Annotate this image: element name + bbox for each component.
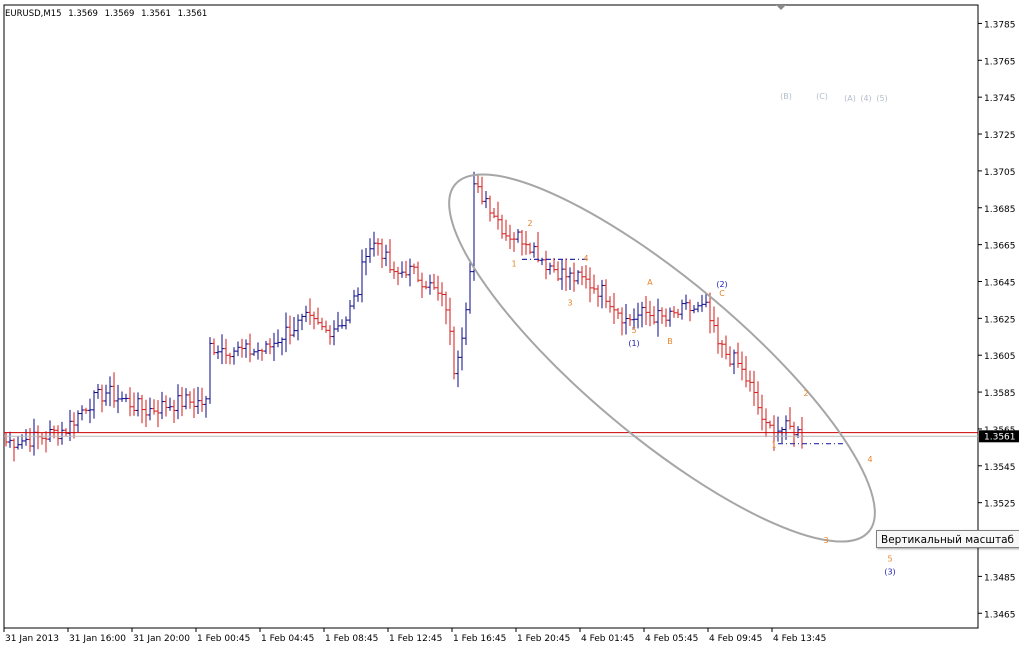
price-tick-label: 1.3525 [984, 500, 1016, 510]
time-tick-label: 31 Jan 16:00 [69, 634, 126, 644]
current-price-label: 1.3561 [984, 432, 1016, 442]
scroll-marker-icon [776, 5, 786, 10]
price-tick-label: 1.3785 [984, 20, 1016, 30]
price-tick-label: 1.3625 [984, 315, 1016, 325]
price-tick-label: 1.3545 [984, 463, 1016, 473]
time-tick-label: 1 Feb 12:45 [389, 634, 442, 644]
wave-label: 5 [631, 326, 636, 335]
time-tick-label: 4 Feb 05:45 [645, 634, 698, 644]
wave-label: 4 [583, 254, 588, 263]
wave-label: (5) [876, 94, 887, 103]
time-tick-label: 1 Feb 08:45 [325, 634, 378, 644]
symbol-label: EURUSD,M15 [5, 9, 62, 19]
price-tick-label: 1.3605 [984, 352, 1016, 362]
time-tick-label: 1 Feb 16:45 [453, 634, 506, 644]
time-tick-label: 1 Feb 00:45 [197, 634, 250, 644]
price-bars [4, 171, 804, 462]
time-tick-label: 4 Feb 13:45 [773, 634, 826, 644]
plot-frame [3, 4, 979, 629]
wave-label: (C) [816, 92, 828, 101]
time-tick-label: 31 Jan 2013 [5, 634, 59, 644]
chart-area[interactable]: 1.3785 1.3765 1.3745 1.3725 1.3705 1.3685 1.36… [0, 0, 1019, 648]
vertical-scale-tooltip: Вертикальный масштаб [876, 530, 1019, 548]
wave-label: 3 [823, 536, 828, 545]
price-tick-label: 1.3685 [984, 205, 1016, 215]
wave-label: A [647, 278, 653, 287]
price-tick-label: 1.3705 [984, 168, 1016, 178]
high-value: 1.3569 [104, 9, 135, 19]
wave-label: 3 [567, 298, 572, 307]
wave-label: 1 [771, 440, 776, 449]
time-tick-label: 1 Feb 04:45 [261, 634, 314, 644]
price-tick-label: 1.3725 [984, 131, 1016, 141]
price-tick-label: 1.3465 [984, 610, 1016, 620]
time-tick-label: 31 Jan 20:00 [133, 634, 190, 644]
wave-label: (A) [844, 94, 856, 103]
price-tick-label: 1.3665 [984, 242, 1016, 252]
price-tick-label: 1.3485 [984, 573, 1016, 583]
low-value: 1.3561 [141, 9, 171, 19]
wave-label: (3) [884, 568, 895, 577]
wave-label: (2) [716, 280, 727, 289]
time-tick-label: 4 Feb 09:45 [709, 634, 762, 644]
price-tick-label: 1.3745 [984, 94, 1016, 104]
wave-label: 1 [511, 260, 516, 269]
price-tick-label: 1.3645 [984, 278, 1016, 288]
wave-label: 5 [887, 555, 892, 564]
price-tick-label: 1.3585 [984, 389, 1016, 399]
wave-label: 2 [527, 219, 532, 228]
wave-label: (4) [860, 94, 871, 103]
wave-label: B [667, 337, 673, 346]
close-value: 1.3561 [177, 9, 208, 19]
wave-label: (1) [628, 339, 639, 348]
price-tick-label: 1.3765 [984, 57, 1016, 67]
wave-label: (B) [780, 92, 792, 101]
price-chart[interactable]: 1.3785 1.3765 1.3745 1.3725 1.3705 1.3685 1.36… [0, 0, 1019, 648]
wave-label: C [719, 289, 725, 298]
wave-label: 2 [803, 389, 808, 398]
time-tick-label: 1 Feb 20:45 [517, 634, 570, 644]
wave-label: 4 [867, 455, 872, 464]
time-tick-label: 4 Feb 01:45 [581, 634, 634, 644]
chart-header: EURUSD,M15 1.3569 1.3569 1.3561 1.3561 [5, 9, 211, 19]
open-value: 1.3569 [68, 9, 98, 19]
